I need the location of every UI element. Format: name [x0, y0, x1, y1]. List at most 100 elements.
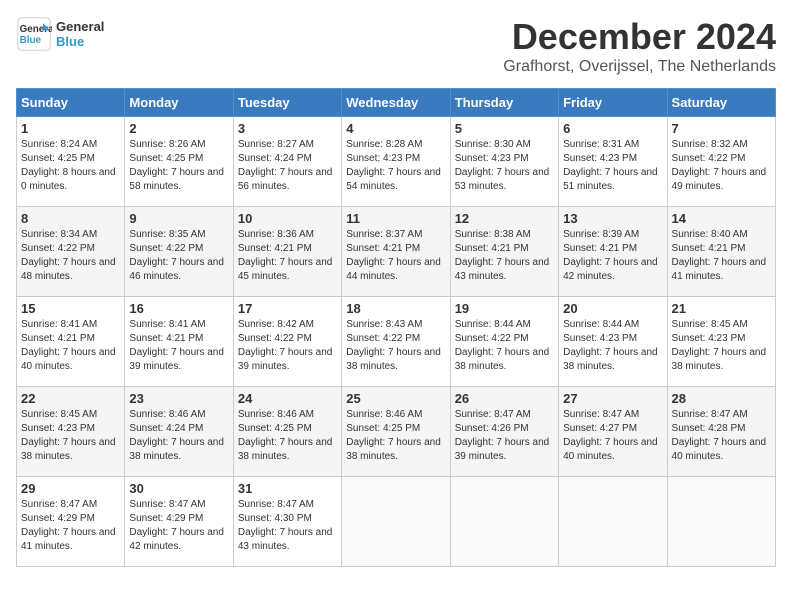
- day-cell: 29 Sunrise: 8:47 AMSunset: 4:29 PMDaylig…: [17, 477, 125, 567]
- col-header-thursday: Thursday: [450, 89, 558, 117]
- day-number: 9: [129, 211, 228, 226]
- logo-line2: Blue: [56, 34, 104, 49]
- day-cell: 13 Sunrise: 8:39 AMSunset: 4:21 PMDaylig…: [559, 207, 667, 297]
- col-header-sunday: Sunday: [17, 89, 125, 117]
- day-number: 5: [455, 121, 554, 136]
- day-detail: Sunrise: 8:43 AMSunset: 4:22 PMDaylight:…: [346, 319, 441, 372]
- day-cell: 9 Sunrise: 8:35 AMSunset: 4:22 PMDayligh…: [125, 207, 233, 297]
- day-cell: 15 Sunrise: 8:41 AMSunset: 4:21 PMDaylig…: [17, 297, 125, 387]
- day-detail: Sunrise: 8:41 AMSunset: 4:21 PMDaylight:…: [21, 319, 116, 372]
- logo: General Blue General Blue: [16, 16, 104, 52]
- day-cell: 8 Sunrise: 8:34 AMSunset: 4:22 PMDayligh…: [17, 207, 125, 297]
- month-title: December 2024: [503, 16, 776, 58]
- day-number: 7: [672, 121, 771, 136]
- svg-text:Blue: Blue: [20, 35, 42, 46]
- day-cell: [342, 477, 450, 567]
- day-detail: Sunrise: 8:47 AMSunset: 4:29 PMDaylight:…: [21, 499, 116, 552]
- logo-line1: General: [56, 19, 104, 34]
- calendar-table: SundayMondayTuesdayWednesdayThursdayFrid…: [16, 88, 776, 567]
- day-cell: [667, 477, 775, 567]
- day-number: 25: [346, 391, 445, 406]
- day-number: 28: [672, 391, 771, 406]
- day-number: 6: [563, 121, 662, 136]
- day-number: 27: [563, 391, 662, 406]
- week-row-5: 29 Sunrise: 8:47 AMSunset: 4:29 PMDaylig…: [17, 477, 776, 567]
- day-detail: Sunrise: 8:31 AMSunset: 4:23 PMDaylight:…: [563, 139, 658, 192]
- day-detail: Sunrise: 8:46 AMSunset: 4:25 PMDaylight:…: [346, 409, 441, 462]
- day-cell: [559, 477, 667, 567]
- day-detail: Sunrise: 8:47 AMSunset: 4:28 PMDaylight:…: [672, 409, 767, 462]
- day-number: 17: [238, 301, 337, 316]
- day-number: 23: [129, 391, 228, 406]
- day-cell: 1 Sunrise: 8:24 AMSunset: 4:25 PMDayligh…: [17, 117, 125, 207]
- day-number: 19: [455, 301, 554, 316]
- day-number: 8: [21, 211, 120, 226]
- day-detail: Sunrise: 8:28 AMSunset: 4:23 PMDaylight:…: [346, 139, 441, 192]
- day-detail: Sunrise: 8:47 AMSunset: 4:29 PMDaylight:…: [129, 499, 224, 552]
- day-number: 4: [346, 121, 445, 136]
- col-header-monday: Monday: [125, 89, 233, 117]
- day-cell: 16 Sunrise: 8:41 AMSunset: 4:21 PMDaylig…: [125, 297, 233, 387]
- day-cell: 17 Sunrise: 8:42 AMSunset: 4:22 PMDaylig…: [233, 297, 341, 387]
- day-cell: 26 Sunrise: 8:47 AMSunset: 4:26 PMDaylig…: [450, 387, 558, 477]
- day-number: 11: [346, 211, 445, 226]
- day-number: 15: [21, 301, 120, 316]
- day-detail: Sunrise: 8:24 AMSunset: 4:25 PMDaylight:…: [21, 139, 116, 192]
- logo-icon: General Blue: [16, 16, 52, 52]
- day-number: 24: [238, 391, 337, 406]
- day-number: 26: [455, 391, 554, 406]
- day-detail: Sunrise: 8:30 AMSunset: 4:23 PMDaylight:…: [455, 139, 550, 192]
- day-cell: 11 Sunrise: 8:37 AMSunset: 4:21 PMDaylig…: [342, 207, 450, 297]
- day-cell: 3 Sunrise: 8:27 AMSunset: 4:24 PMDayligh…: [233, 117, 341, 207]
- day-number: 16: [129, 301, 228, 316]
- day-detail: Sunrise: 8:35 AMSunset: 4:22 PMDaylight:…: [129, 229, 224, 282]
- day-detail: Sunrise: 8:47 AMSunset: 4:30 PMDaylight:…: [238, 499, 333, 552]
- day-number: 10: [238, 211, 337, 226]
- day-number: 29: [21, 481, 120, 496]
- day-cell: 2 Sunrise: 8:26 AMSunset: 4:25 PMDayligh…: [125, 117, 233, 207]
- day-cell: 18 Sunrise: 8:43 AMSunset: 4:22 PMDaylig…: [342, 297, 450, 387]
- day-detail: Sunrise: 8:32 AMSunset: 4:22 PMDaylight:…: [672, 139, 767, 192]
- day-number: 14: [672, 211, 771, 226]
- day-detail: Sunrise: 8:46 AMSunset: 4:25 PMDaylight:…: [238, 409, 333, 462]
- day-cell: 7 Sunrise: 8:32 AMSunset: 4:22 PMDayligh…: [667, 117, 775, 207]
- day-detail: Sunrise: 8:36 AMSunset: 4:21 PMDaylight:…: [238, 229, 333, 282]
- col-header-saturday: Saturday: [667, 89, 775, 117]
- day-cell: 19 Sunrise: 8:44 AMSunset: 4:22 PMDaylig…: [450, 297, 558, 387]
- day-cell: 25 Sunrise: 8:46 AMSunset: 4:25 PMDaylig…: [342, 387, 450, 477]
- page-header: General Blue General Blue December 2024 …: [16, 16, 776, 76]
- week-row-2: 8 Sunrise: 8:34 AMSunset: 4:22 PMDayligh…: [17, 207, 776, 297]
- day-cell: 20 Sunrise: 8:44 AMSunset: 4:23 PMDaylig…: [559, 297, 667, 387]
- day-detail: Sunrise: 8:26 AMSunset: 4:25 PMDaylight:…: [129, 139, 224, 192]
- location-title: Grafhorst, Overijssel, The Netherlands: [503, 58, 776, 76]
- day-detail: Sunrise: 8:41 AMSunset: 4:21 PMDaylight:…: [129, 319, 224, 372]
- day-detail: Sunrise: 8:27 AMSunset: 4:24 PMDaylight:…: [238, 139, 333, 192]
- day-cell: 10 Sunrise: 8:36 AMSunset: 4:21 PMDaylig…: [233, 207, 341, 297]
- day-cell: [450, 477, 558, 567]
- day-detail: Sunrise: 8:40 AMSunset: 4:21 PMDaylight:…: [672, 229, 767, 282]
- day-cell: 28 Sunrise: 8:47 AMSunset: 4:28 PMDaylig…: [667, 387, 775, 477]
- day-number: 31: [238, 481, 337, 496]
- day-cell: 21 Sunrise: 8:45 AMSunset: 4:23 PMDaylig…: [667, 297, 775, 387]
- day-number: 21: [672, 301, 771, 316]
- day-number: 1: [21, 121, 120, 136]
- day-cell: 30 Sunrise: 8:47 AMSunset: 4:29 PMDaylig…: [125, 477, 233, 567]
- col-header-friday: Friday: [559, 89, 667, 117]
- day-detail: Sunrise: 8:47 AMSunset: 4:27 PMDaylight:…: [563, 409, 658, 462]
- week-row-4: 22 Sunrise: 8:45 AMSunset: 4:23 PMDaylig…: [17, 387, 776, 477]
- day-detail: Sunrise: 8:42 AMSunset: 4:22 PMDaylight:…: [238, 319, 333, 372]
- col-header-wednesday: Wednesday: [342, 89, 450, 117]
- day-cell: 6 Sunrise: 8:31 AMSunset: 4:23 PMDayligh…: [559, 117, 667, 207]
- day-detail: Sunrise: 8:38 AMSunset: 4:21 PMDaylight:…: [455, 229, 550, 282]
- day-cell: 22 Sunrise: 8:45 AMSunset: 4:23 PMDaylig…: [17, 387, 125, 477]
- day-detail: Sunrise: 8:47 AMSunset: 4:26 PMDaylight:…: [455, 409, 550, 462]
- day-detail: Sunrise: 8:37 AMSunset: 4:21 PMDaylight:…: [346, 229, 441, 282]
- day-cell: 23 Sunrise: 8:46 AMSunset: 4:24 PMDaylig…: [125, 387, 233, 477]
- week-row-3: 15 Sunrise: 8:41 AMSunset: 4:21 PMDaylig…: [17, 297, 776, 387]
- day-cell: 27 Sunrise: 8:47 AMSunset: 4:27 PMDaylig…: [559, 387, 667, 477]
- day-detail: Sunrise: 8:45 AMSunset: 4:23 PMDaylight:…: [672, 319, 767, 372]
- week-row-1: 1 Sunrise: 8:24 AMSunset: 4:25 PMDayligh…: [17, 117, 776, 207]
- calendar-body: 1 Sunrise: 8:24 AMSunset: 4:25 PMDayligh…: [17, 117, 776, 567]
- day-number: 13: [563, 211, 662, 226]
- day-number: 12: [455, 211, 554, 226]
